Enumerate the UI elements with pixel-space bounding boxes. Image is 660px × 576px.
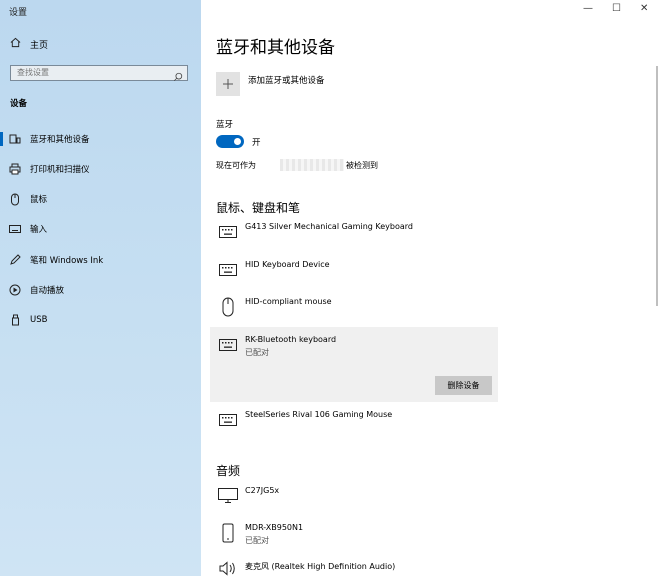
home-icon <box>10 37 24 51</box>
main-content: 蓝牙和其他设备 添加蓝牙或其他设备 蓝牙 开 现在可作为 被检测到 鼠标、键盘和… <box>210 0 646 576</box>
mouse-icon <box>8 193 22 206</box>
keyboard-icon <box>218 222 238 242</box>
sidebar-item-pen[interactable]: 笔和 Windows Ink <box>0 250 201 270</box>
input-group-title: 鼠标、键盘和笔 <box>216 201 301 215</box>
home-nav-item[interactable]: 主页 <box>10 37 48 51</box>
window-title: 设置 <box>9 8 28 18</box>
device-item[interactable]: 麦克风 (Realtek High Definition Audio) <box>216 561 498 576</box>
sidebar-item-bluetooth[interactable]: 蓝牙和其他设备 <box>0 129 201 149</box>
add-device-button[interactable] <box>216 72 240 96</box>
phone-icon <box>218 523 238 543</box>
device-name: HID Keyboard Device <box>245 260 330 269</box>
sidebar-item-label: 打印机和扫描仪 <box>30 165 90 175</box>
bluetooth-state: 开 <box>252 138 261 148</box>
mouse-icon <box>218 297 238 317</box>
sidebar-item-usb[interactable]: USB <box>0 310 201 330</box>
device-name: SteelSeries Rival 106 Gaming Mouse <box>245 410 393 419</box>
device-status: 已配对 <box>245 536 269 545</box>
bluetooth-devices-icon <box>8 133 22 145</box>
monitor-icon <box>218 486 238 506</box>
sidebar-item-label: 蓝牙和其他设备 <box>30 135 90 145</box>
device-item-selected[interactable]: RK-Bluetooth keyboard 已配对 <box>216 335 498 359</box>
device-item[interactable]: HID-compliant mouse <box>216 297 498 321</box>
device-item[interactable]: SteelSeries Rival 106 Gaming Mouse <box>216 410 498 434</box>
sidebar-item-typing[interactable]: 输入 <box>0 219 201 239</box>
device-item[interactable]: HID Keyboard Device <box>216 260 498 284</box>
sidebar: 设置 主页 设备 蓝牙和其他设备 打印机和扫描仪 鼠标 输入 <box>0 0 201 576</box>
search-box[interactable] <box>10 65 188 82</box>
device-name: 麦克风 (Realtek High Definition Audio) <box>245 562 396 571</box>
sidebar-item-label: 输入 <box>30 225 48 235</box>
keyboard-icon <box>218 410 238 430</box>
device-name: MDR-XB950N1 <box>245 523 304 532</box>
sidebar-item-printers[interactable]: 打印机和扫描仪 <box>0 159 201 179</box>
keyboard-icon <box>8 224 22 234</box>
section-devices-label: 设备 <box>10 99 28 109</box>
search-input[interactable] <box>17 68 167 77</box>
usb-icon <box>8 314 22 326</box>
bluetooth-label: 蓝牙 <box>216 120 234 130</box>
remove-device-button[interactable]: 删除设备 <box>435 376 492 395</box>
redacted-device-name <box>280 159 344 171</box>
discoverable-suffix: 被检测到 <box>346 161 378 170</box>
sidebar-item-autoplay[interactable]: 自动播放 <box>0 280 201 300</box>
speaker-icon <box>218 561 238 576</box>
device-name: C27JG5x <box>245 486 280 495</box>
sidebar-item-mouse[interactable]: 鼠标 <box>0 189 201 209</box>
keyboard-icon <box>218 260 238 280</box>
autoplay-icon <box>8 284 22 296</box>
home-label: 主页 <box>30 40 49 51</box>
sidebar-item-label: 鼠标 <box>30 195 48 205</box>
plus-icon <box>222 75 234 94</box>
sidebar-item-label: USB <box>30 315 48 325</box>
keyboard-icon <box>218 335 238 355</box>
audio-group-title: 音频 <box>216 464 241 478</box>
sidebar-item-label: 自动播放 <box>30 286 65 296</box>
toggle-knob <box>234 138 241 145</box>
discoverable-prefix: 现在可作为 <box>216 161 256 170</box>
device-item[interactable]: MDR-XB950N1 已配对 <box>216 523 498 547</box>
device-item[interactable]: C27JG5x <box>216 486 498 510</box>
add-device-label[interactable]: 添加蓝牙或其他设备 <box>248 74 325 86</box>
scrollbar[interactable] <box>656 66 658 306</box>
device-name: RK-Bluetooth keyboard <box>245 335 337 344</box>
device-status: 已配对 <box>245 348 269 357</box>
bluetooth-toggle[interactable] <box>216 135 244 148</box>
search-icon[interactable] <box>173 67 183 86</box>
sidebar-item-label: 笔和 Windows Ink <box>30 256 104 266</box>
page-title: 蓝牙和其他设备 <box>216 38 335 58</box>
printer-icon <box>8 163 22 175</box>
device-name: HID-compliant mouse <box>245 297 332 306</box>
pen-icon <box>8 254 22 266</box>
device-name: G413 Silver Mechanical Gaming Keyboard <box>245 222 413 231</box>
device-item[interactable]: G413 Silver Mechanical Gaming Keyboard <box>216 222 498 246</box>
